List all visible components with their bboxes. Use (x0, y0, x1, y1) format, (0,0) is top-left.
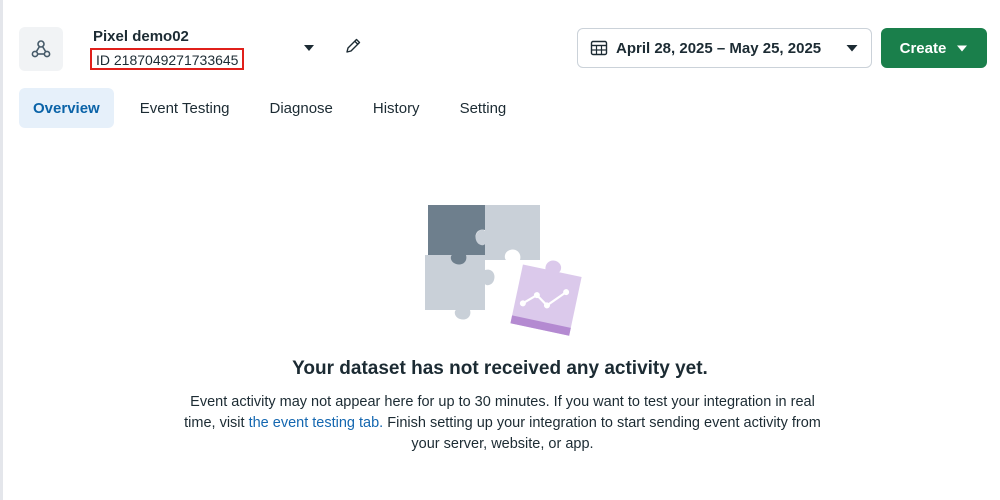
tab-overview[interactable]: Overview (19, 88, 114, 128)
event-testing-tab-link[interactable]: the event testing tab. (249, 415, 384, 431)
tab-history[interactable]: History (359, 88, 434, 128)
create-button[interactable]: Create (881, 28, 987, 68)
dataset-name: Pixel demo02 (93, 28, 189, 45)
tab-event-testing[interactable]: Event Testing (126, 88, 244, 128)
tab-setting[interactable]: Setting (446, 88, 521, 128)
dataset-dropdown-button[interactable] (299, 40, 319, 56)
date-range-picker[interactable]: April 28, 2025 – May 25, 2025 (577, 28, 872, 68)
edit-name-button[interactable] (341, 34, 365, 58)
caret-down-icon (304, 45, 314, 51)
caret-down-icon (957, 45, 968, 51)
empty-state-description: Event activity may not appear here for u… (180, 392, 825, 455)
create-button-label: Create (899, 39, 947, 57)
empty-state-title: Your dataset has not received any activi… (292, 358, 708, 379)
caret-down-icon (846, 45, 858, 52)
date-range-label: April 28, 2025 – May 25, 2025 (616, 39, 822, 57)
tab-diagnose[interactable]: Diagnose (256, 88, 347, 128)
dataset-nodes-icon (19, 27, 63, 71)
dataset-id: ID 2187049271733645 (90, 48, 245, 70)
empty-state-desc-part2: Finish setting up your integration to st… (383, 415, 821, 452)
calendar-icon (590, 40, 608, 56)
pencil-icon (346, 38, 361, 53)
left-edge-divider (0, 0, 3, 500)
puzzle-illustration (425, 205, 582, 336)
tab-bar: Overview Event Testing Diagnose History … (19, 88, 532, 128)
